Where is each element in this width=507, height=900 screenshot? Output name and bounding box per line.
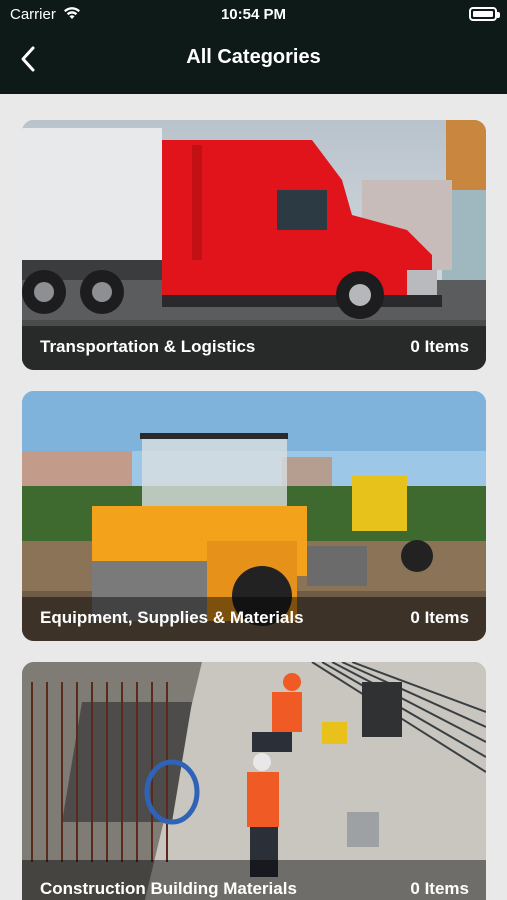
category-card-equipment[interactable]: Equipment, Supplies & Materials 0 Items	[22, 391, 486, 641]
category-name: Transportation & Logistics	[40, 337, 256, 356]
status-bar: Carrier 10:54 PM	[0, 0, 507, 30]
category-name: Equipment, Supplies & Materials	[40, 608, 304, 627]
category-item-count: 0 Items	[410, 879, 469, 898]
category-card-construction[interactable]: Construction Building Materials 0 Items	[22, 662, 486, 900]
category-card-transportation[interactable]: Transportation & Logistics 0 Items	[22, 120, 486, 370]
page-title: All Categories	[186, 46, 321, 68]
battery-icon	[469, 7, 500, 21]
top-bar: Carrier 10:54 PM All Categories	[0, 0, 507, 94]
category-item-count: 0 Items	[410, 337, 469, 356]
category-name: Construction Building Materials	[40, 879, 297, 898]
clock: 10:54 PM	[220, 6, 287, 23]
category-item-count: 0 Items	[410, 608, 469, 627]
